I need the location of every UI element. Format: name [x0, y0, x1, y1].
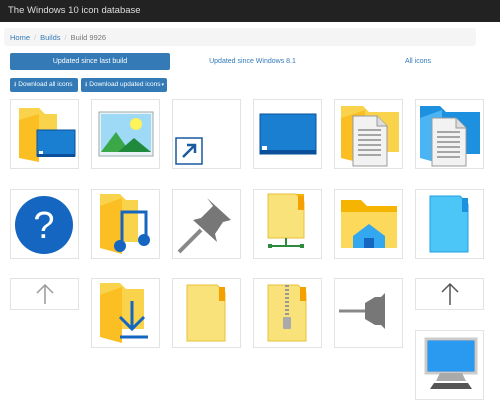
breadcrumb-current: Build 9926 [70, 33, 107, 42]
documents-folder-blue-icon [420, 106, 480, 167]
download-icon: ⭳ [85, 81, 88, 88]
folder-desktop-icon [19, 108, 76, 162]
pictures-landscape-icon [98, 111, 154, 157]
icon-tile[interactable] [415, 330, 484, 400]
icon-tile[interactable] [334, 189, 403, 259]
pin-icon [177, 198, 231, 254]
icon-tile[interactable] [415, 278, 484, 310]
zip-folder-icon [267, 284, 307, 342]
generic-folder-icon [186, 284, 226, 342]
icon-tile[interactable] [91, 278, 160, 348]
view-tabs: Updated since last build Updated since W… [10, 53, 476, 70]
download-all-button[interactable]: ⭳ Download all icons [10, 78, 78, 92]
download-updated-button[interactable]: ⭳ Download updated icons▾ [81, 78, 167, 92]
tab-updated-since-last-build[interactable]: Updated since last build [10, 53, 170, 70]
icon-tile[interactable] [91, 99, 160, 169]
icon-tile[interactable] [10, 99, 79, 169]
breadcrumb-home[interactable]: Home [10, 33, 30, 42]
icon-tile[interactable] [334, 99, 403, 169]
music-folder-icon [100, 194, 150, 254]
folder-document-icon [341, 106, 399, 167]
icon-tile[interactable] [172, 189, 241, 259]
computer-monitor-icon [424, 337, 478, 389]
icon-tile[interactable] [91, 189, 160, 259]
download-icon: ⭳ [14, 81, 17, 88]
icon-tile[interactable] [253, 99, 322, 169]
downloads-folder-icon [100, 283, 148, 343]
breadcrumb-separator: / [34, 33, 37, 42]
download-all-label: Download all icons [18, 81, 73, 88]
top-navbar: The Windows 10 icon database [0, 0, 500, 22]
shortcut-arrow-icon [175, 137, 203, 165]
up-arrow-icon [36, 283, 54, 304]
network-folder-icon [267, 193, 305, 248]
icon-tile[interactable] [334, 278, 403, 348]
icon-tile[interactable] [253, 189, 322, 259]
icon-tile[interactable] [415, 189, 484, 259]
blue-folder-icon [429, 195, 469, 253]
icon-tile[interactable] [253, 278, 322, 348]
svg-text:?: ? [33, 205, 54, 247]
help-question-icon: ? [15, 196, 73, 254]
icon-tile[interactable] [415, 99, 484, 169]
desktop-window-icon [259, 113, 317, 155]
pin-sideways-icon [339, 293, 385, 329]
tab-all-icons[interactable]: All icons [388, 53, 448, 70]
icon-tile[interactable] [172, 278, 241, 348]
breadcrumb-builds[interactable]: Builds [40, 33, 60, 42]
tab-updated-since-windows-81[interactable]: Updated since Windows 8.1 [185, 53, 320, 70]
breadcrumb: Home / Builds / Build 9926 [4, 28, 476, 46]
app-title[interactable]: The Windows 10 icon database [8, 5, 141, 16]
icon-tile[interactable] [172, 99, 241, 169]
breadcrumb-separator: / [64, 33, 67, 42]
icon-tile[interactable] [10, 278, 79, 310]
download-updated-label: Download updated icons [89, 81, 161, 88]
home-folder-icon [341, 200, 397, 248]
icon-tile[interactable]: ? [10, 189, 79, 259]
up-arrow-large-icon [441, 282, 459, 305]
caret-down-icon: ▾ [161, 82, 164, 88]
